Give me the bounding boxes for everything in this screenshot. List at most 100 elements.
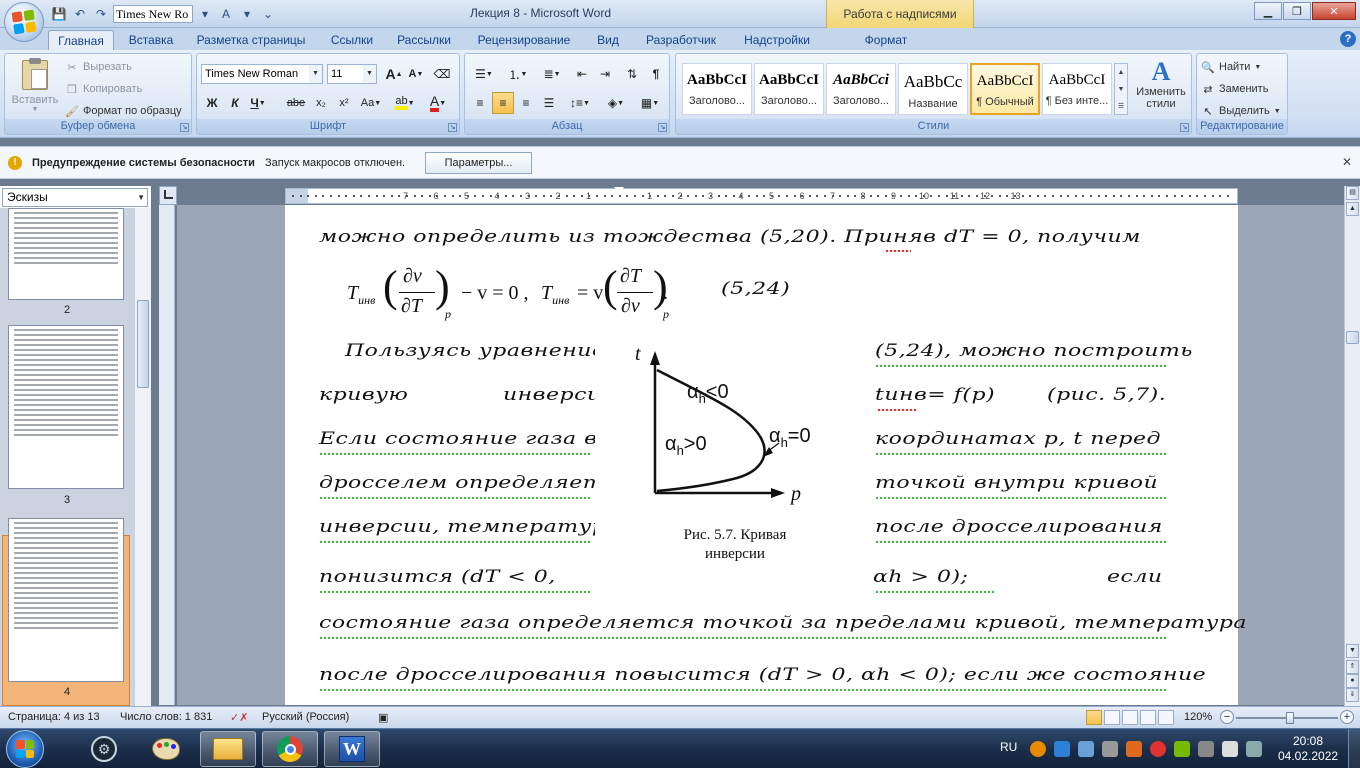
prev-page-icon[interactable]: ⇑ [1346,660,1359,674]
tab-format[interactable]: Формат [856,30,916,50]
strikethrough-button[interactable]: abe [283,92,309,114]
full-screen-reading-view-button[interactable] [1104,710,1120,725]
borders-button[interactable]: ▦ ▼ [635,92,665,114]
change-case-button[interactable]: Aa ▼ [357,92,385,114]
sort-button[interactable]: ⇅ [621,63,643,85]
taskbar-steam[interactable]: ⚙ [76,731,132,767]
bullets-button[interactable]: ☰ ▼ [469,63,499,85]
scroll-up-icon[interactable]: ▲ [1346,202,1359,216]
tab-references[interactable]: Ссылки [322,30,382,50]
security-options-button[interactable]: Параметры... [425,152,532,174]
justify-button[interactable]: ☰ [538,92,560,114]
tray-app-icon[interactable] [1030,741,1046,757]
figure-textbox[interactable]: t p αh<0 αh>0 αh=0 Рис. 5.7. Кривая инве… [595,333,863,567]
taskbar-word[interactable]: W [324,731,380,767]
style-heading-2[interactable]: AaBbCcI Заголово... [754,63,824,115]
select-button[interactable]: ↖ Выделить ▼ [1201,101,1280,121]
page-indicator[interactable]: Страница: 4 из 13 [8,711,100,723]
style-heading-3[interactable]: AaBbCci Заголово... [826,63,896,115]
qat-font-box[interactable]: Times New Ro [113,5,193,23]
vertical-ruler[interactable] [159,205,175,705]
close-icon[interactable]: ✕ [1342,155,1352,169]
dialog-launcher-icon[interactable]: ↘ [180,123,189,132]
tab-mailings[interactable]: Рассылки [390,30,458,50]
style-normal[interactable]: AaBbCcI ¶ Обычный [970,63,1040,115]
zoom-level[interactable]: 120% [1184,711,1212,723]
minimize-button[interactable]: ▁ [1254,2,1282,20]
multilevel-list-button[interactable]: ≣ ▼ [537,63,567,85]
document-page[interactable]: можно определить из тождества (5,20). Пр… [285,205,1247,705]
underline-button[interactable]: Ч ▼ [247,92,269,114]
draft-view-button[interactable] [1158,710,1174,725]
taskbar-chrome[interactable] [262,731,318,767]
line-spacing-button[interactable]: ↕≡ ▼ [565,92,595,114]
chevron-down-icon[interactable]: ▾ [196,5,214,23]
taskbar-paint[interactable] [138,731,194,767]
decrease-indent-button[interactable]: ⇤ [571,63,593,85]
shading-button[interactable]: ◈ ▼ [601,92,631,114]
close-button[interactable]: ✕ [1312,2,1356,20]
taskbar-explorer[interactable] [200,731,256,767]
tray-torrent-icon[interactable] [1126,741,1142,757]
outline-view-button[interactable] [1140,710,1156,725]
styles-gallery-scroll[interactable]: ▲ ▼ ☰ [1114,63,1128,115]
undo-icon[interactable]: ↶ [71,5,89,23]
pane-scroll-thumb[interactable] [137,300,149,388]
align-center-button[interactable]: ≡ [492,92,514,114]
tab-review[interactable]: Рецензирование [468,30,580,50]
tab-insert[interactable]: Вставка [120,30,182,50]
zoom-slider-knob[interactable] [1286,712,1294,724]
page-thumbnail[interactable] [8,325,124,489]
save-icon[interactable]: 💾 [50,5,68,23]
show-desktop-button[interactable] [1348,729,1360,768]
superscript-button[interactable]: x² [333,92,355,114]
change-styles-button[interactable]: A Изменить стили [1132,58,1190,120]
find-button[interactable]: 🔍 Найти ▼ [1201,57,1261,77]
tray-nvidia-icon[interactable] [1174,741,1190,757]
format-painter-button[interactable]: 🖌 Формат по образцу [65,101,182,121]
numbering-button[interactable]: ⒈ ▼ [503,63,533,85]
tray-cloud-icon[interactable] [1054,741,1070,757]
grow-font-button[interactable]: A ▲ [383,63,405,85]
scroll-thumb[interactable] [1346,331,1359,344]
style-title[interactable]: AaBbCc Название [898,63,968,115]
tray-display-icon[interactable] [1078,741,1094,757]
next-page-icon[interactable]: ⇓ [1346,688,1359,702]
style-heading-1[interactable]: AaBbCcI Заголово... [682,63,752,115]
tab-selector[interactable] [159,186,177,205]
style-no-spacing[interactable]: AaBbCcI ¶ Без инте... [1042,63,1112,115]
scroll-down-icon[interactable]: ▼ [1346,644,1359,658]
system-clock[interactable]: 20:08 04.02.2022 [1278,734,1338,764]
office-button[interactable] [4,2,44,42]
zoom-out-button[interactable]: − [1220,710,1234,724]
browse-object-icon[interactable]: ● [1346,674,1359,688]
horizontal-ruler[interactable]: 765432112345678910111213 [285,187,1238,204]
tab-developer[interactable]: Разработчик [636,30,726,50]
page-thumbnail[interactable] [8,518,124,682]
cut-button[interactable]: ✂ Вырезать [65,57,132,77]
restore-button[interactable]: ❐ [1283,2,1311,20]
indent-marker-icon[interactable] [614,187,624,194]
highlight-button[interactable]: ab ▼ [391,92,419,114]
macro-record-icon[interactable]: ▣ [378,711,388,724]
dialog-launcher-icon[interactable]: ↘ [1180,123,1189,132]
tray-flag-icon[interactable] [1222,741,1238,757]
word-count[interactable]: Число слов: 1 831 [120,711,212,723]
align-right-button[interactable]: ≡ [515,92,537,114]
print-layout-view-button[interactable] [1086,710,1102,725]
tab-addins[interactable]: Надстройки [734,30,820,50]
italic-button[interactable]: К [224,92,246,114]
font-color-button[interactable]: A ▼ [423,92,453,114]
web-layout-view-button[interactable] [1122,710,1138,725]
dialog-launcher-icon[interactable]: ↘ [448,123,457,132]
clear-format-button[interactable]: ⌫ [431,63,453,85]
increase-indent-button[interactable]: ⇥ [594,63,616,85]
show-marks-button[interactable]: ¶ [645,63,667,85]
help-icon[interactable]: ? [1340,31,1356,47]
tab-home[interactable]: Главная [48,30,114,50]
copy-button[interactable]: ❐ Копировать [65,79,142,99]
replace-button[interactable]: ⇄ Заменить [1201,79,1268,99]
font-size-combo[interactable]: 11 ▼ [327,64,377,84]
font-color-icon[interactable]: A [217,5,235,23]
shrink-font-button[interactable]: A ▼ [405,63,427,85]
